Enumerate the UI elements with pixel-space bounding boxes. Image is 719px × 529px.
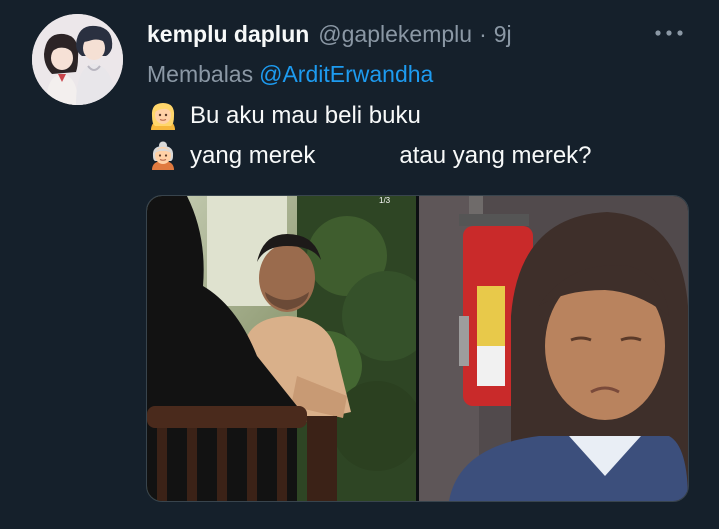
media-counter: 1/3: [379, 196, 391, 205]
timestamp[interactable]: 9j: [494, 21, 512, 48]
avatar[interactable]: [32, 14, 123, 105]
tweet-text-line-2: yang merek atau yang merek?: [147, 140, 592, 172]
replying-to: Membalas @ArditErwandha: [147, 61, 433, 88]
photo-man-sitting[interactable]: [147, 196, 416, 501]
line-1-text: Bu aku mau beli buku: [190, 102, 421, 129]
older-woman-icon: [152, 141, 174, 170]
display-name[interactable]: kemplu daplun: [147, 21, 309, 48]
action-bar-partial: [0, 520, 719, 529]
more-horizontal-icon: [655, 30, 683, 36]
person-blond-icon: [151, 103, 175, 130]
line-2-text-before: yang merek: [190, 142, 316, 169]
more-options-button[interactable]: [652, 22, 688, 44]
tweet-header: kemplu daplun @gaplekemplu · 9j: [147, 18, 512, 50]
reply-prefix: Membalas: [147, 61, 254, 87]
user-handle[interactable]: @gaplekemplu: [318, 21, 472, 48]
separator-dot: ·: [479, 20, 487, 47]
photo-woman-fire-extinguisher[interactable]: [419, 196, 688, 501]
line-2-text-after: atau yang merek?: [399, 142, 592, 169]
action-bar-icons: [0, 524, 719, 529]
media-container: 1/3: [146, 195, 689, 502]
reply-to-link[interactable]: @ArditErwandha: [259, 61, 433, 87]
tweet[interactable]: kemplu daplun @gaplekemplu · 9j Membalas…: [0, 0, 719, 529]
tweet-text-line-1: Bu aku mau beli buku: [147, 100, 421, 132]
avatar-illustration: [32, 14, 123, 105]
